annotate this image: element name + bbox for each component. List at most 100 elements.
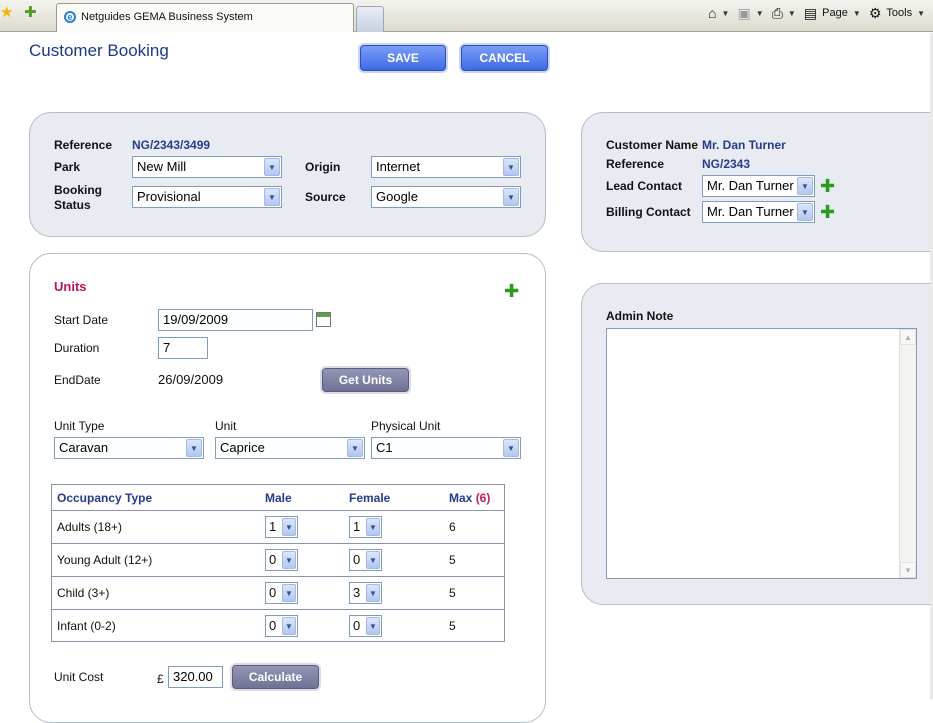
max-total: (6) [475, 491, 491, 505]
units-title: Units [54, 279, 87, 294]
customer-name-label: Customer Name [606, 138, 699, 152]
customer-name-value: Mr. Dan Turner [702, 138, 786, 152]
male-count-select[interactable]: 0 ▼ [265, 582, 298, 604]
duration-input[interactable]: 7 [158, 337, 208, 359]
tools-dropdown-icon[interactable]: ▼ [917, 9, 925, 18]
female-count-select[interactable]: 3 ▼ [349, 582, 382, 604]
chevron-down-icon[interactable]: ▼ [503, 439, 519, 457]
calculate-button[interactable]: Calculate [232, 665, 319, 689]
end-date-label: EndDate [54, 373, 101, 387]
start-date-input[interactable]: 19/09/2009 [158, 309, 313, 331]
chevron-down-icon[interactable]: ▼ [503, 158, 519, 176]
unit-type-select[interactable]: Caravan ▼ [54, 437, 204, 459]
add-favorites-icon[interactable]: ✚ [24, 5, 37, 21]
page-menu[interactable]: Page [822, 7, 848, 19]
female-count-value: 1 [353, 519, 361, 534]
unit-type-label: Unit Type [54, 419, 105, 433]
table-row: Infant (0-2) 0 ▼ 0 ▼ 5 [52, 610, 504, 643]
print-icon[interactable]: ⎙ [772, 6, 783, 20]
female-count-value: 0 [353, 552, 361, 567]
chevron-down-icon[interactable]: ▼ [264, 158, 280, 176]
booking-status-label-line2: Status [54, 198, 91, 212]
add-billing-contact-icon[interactable]: ✚ [820, 203, 835, 221]
origin-select[interactable]: Internet ▼ [371, 156, 521, 178]
occupancy-header-row: Occupancy Type Male Female Max (6) [52, 485, 504, 511]
admin-note-textarea[interactable]: ▲ ▼ [606, 328, 917, 579]
print-dropdown-icon[interactable]: ▼ [788, 9, 796, 18]
admin-note-scrollbar[interactable]: ▲ ▼ [899, 329, 916, 578]
add-unit-icon[interactable]: ✚ [504, 282, 519, 300]
scroll-down-icon[interactable]: ▼ [900, 562, 916, 578]
chevron-down-icon[interactable]: ▼ [797, 177, 813, 195]
physical-unit-label: Physical Unit [371, 419, 441, 433]
max-header-label: Max [449, 491, 473, 505]
max-cell: 6 [449, 520, 456, 534]
duration-label: Duration [54, 341, 100, 355]
scroll-up-icon[interactable]: ▲ [900, 329, 916, 345]
male-count-select[interactable]: 0 ▼ [265, 549, 298, 571]
chevron-down-icon[interactable]: ▼ [282, 584, 296, 602]
get-units-button[interactable]: Get Units [322, 368, 409, 392]
chevron-down-icon[interactable]: ▼ [366, 518, 380, 536]
male-count-select[interactable]: 0 ▼ [265, 615, 298, 637]
max-cell: 5 [449, 553, 456, 567]
male-count-value: 1 [269, 519, 277, 534]
home-dropdown-icon[interactable]: ▼ [722, 9, 730, 18]
chevron-down-icon[interactable]: ▼ [282, 551, 296, 569]
booking-status-select[interactable]: Provisional ▼ [132, 186, 282, 208]
browser-toolbar: ★ ✚ e Netguides GEMA Business System ⌂ ▼ … [0, 0, 933, 32]
billing-contact-value: Mr. Dan Turner [707, 204, 794, 219]
billing-contact-select[interactable]: Mr. Dan Turner ▼ [702, 201, 815, 223]
physical-unit-value: C1 [376, 440, 393, 455]
page-icon: ▤ [803, 5, 818, 21]
female-count-select[interactable]: 1 ▼ [349, 516, 382, 538]
chevron-down-icon[interactable]: ▼ [282, 518, 296, 536]
chevron-down-icon[interactable]: ▼ [282, 617, 296, 635]
chevron-down-icon[interactable]: ▼ [366, 617, 380, 635]
booking-status-label-line1: Booking [54, 183, 102, 197]
tab-title: Netguides GEMA Business System [81, 11, 253, 23]
physical-unit-select[interactable]: C1 ▼ [371, 437, 521, 459]
lead-contact-select[interactable]: Mr. Dan Turner ▼ [702, 175, 815, 197]
new-tab-button[interactable] [356, 6, 384, 32]
favorites-star-icon[interactable]: ★ [0, 5, 13, 21]
feeds-icon[interactable]: ▣ [738, 6, 751, 20]
male-count-select[interactable]: 1 ▼ [265, 516, 298, 538]
origin-label: Origin [305, 160, 341, 174]
chevron-down-icon[interactable]: ▼ [264, 188, 280, 206]
customer-reference-label: Reference [606, 157, 665, 171]
chevron-down-icon[interactable]: ▼ [186, 439, 202, 457]
female-header: Female [349, 491, 391, 505]
table-row: Adults (18+) 1 ▼ 1 ▼ 6 [52, 511, 504, 544]
unit-label: Unit [215, 419, 237, 433]
unit-type-value: Caravan [59, 440, 109, 455]
feeds-dropdown-icon[interactable]: ▼ [756, 9, 764, 18]
unit-select[interactable]: Caprice ▼ [215, 437, 365, 459]
billing-contact-label: Billing Contact [606, 205, 691, 219]
page-dropdown-icon[interactable]: ▼ [853, 9, 861, 18]
female-count-select[interactable]: 0 ▼ [349, 549, 382, 571]
tools-menu[interactable]: Tools [886, 7, 912, 19]
currency-symbol: £ [157, 672, 164, 686]
occupancy-table: Occupancy Type Male Female Max (6) Adult… [51, 484, 505, 642]
cancel-button[interactable]: CANCEL [461, 45, 548, 71]
command-bar: ⌂ ▼ ▣ ▼ ⎙ ▼ ▤ Page ▼ ⚙ Tools ▼ [703, 6, 925, 20]
chevron-down-icon[interactable]: ▼ [347, 439, 363, 457]
chevron-down-icon[interactable]: ▼ [797, 203, 813, 221]
save-button[interactable]: SAVE [360, 45, 446, 71]
occupancy-type-cell: Infant (0-2) [57, 619, 116, 633]
unit-cost-input[interactable]: 320.00 [168, 666, 223, 688]
chevron-down-icon[interactable]: ▼ [366, 584, 380, 602]
park-select[interactable]: New Mill ▼ [132, 156, 282, 178]
calendar-icon[interactable] [316, 312, 331, 327]
occupancy-type-cell: Child (3+) [57, 586, 110, 600]
browser-tab[interactable]: e Netguides GEMA Business System [56, 3, 354, 32]
female-count-select[interactable]: 0 ▼ [349, 615, 382, 637]
chevron-down-icon[interactable]: ▼ [503, 188, 519, 206]
add-lead-contact-icon[interactable]: ✚ [820, 177, 835, 195]
male-header: Male [265, 491, 292, 505]
home-icon[interactable]: ⌂ [708, 6, 716, 20]
chevron-down-icon[interactable]: ▼ [366, 551, 380, 569]
source-select[interactable]: Google ▼ [371, 186, 521, 208]
male-count-value: 0 [269, 618, 277, 633]
